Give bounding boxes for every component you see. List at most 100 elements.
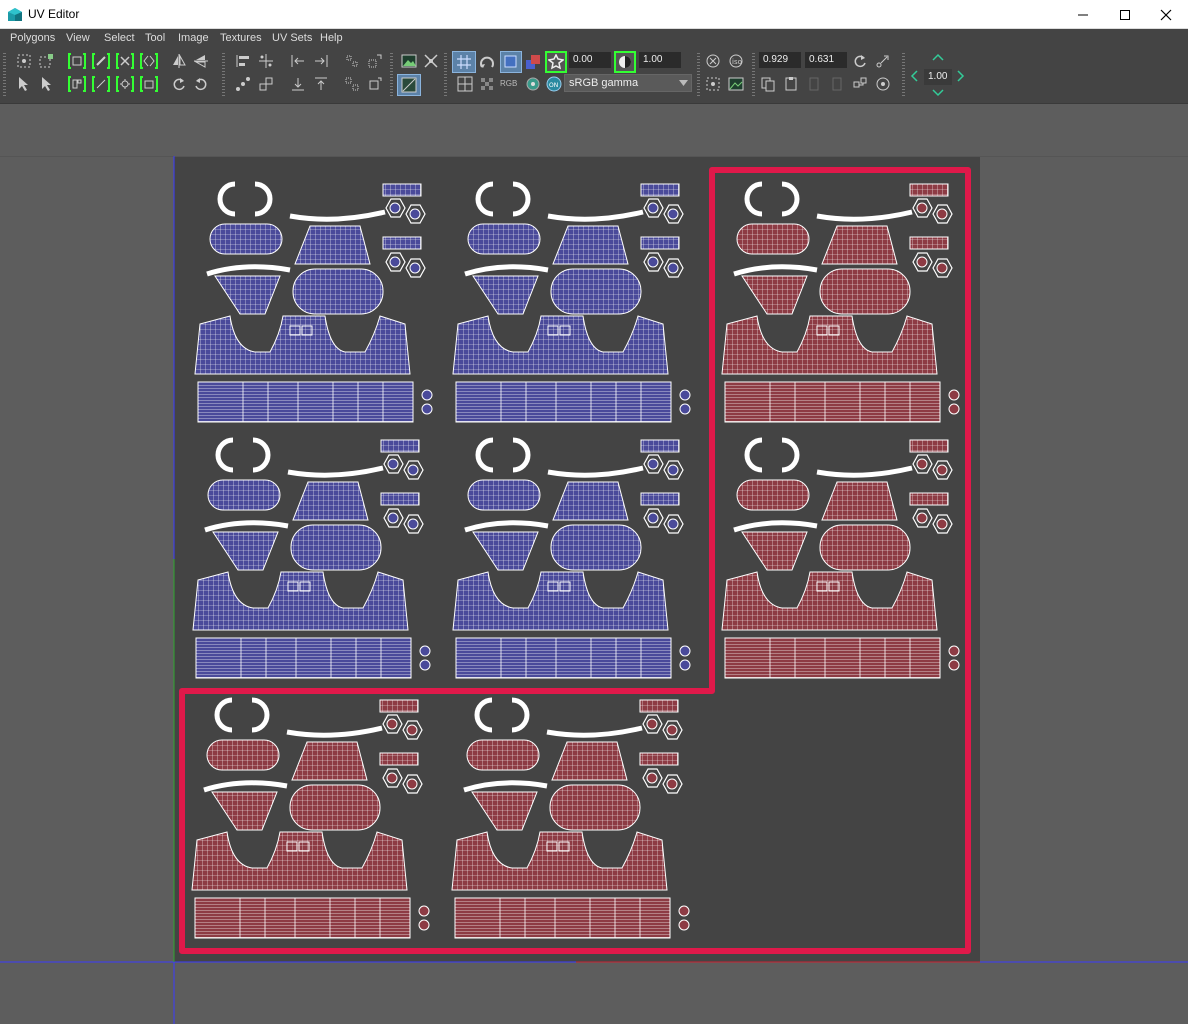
uv-mirror-icon[interactable] [140, 52, 158, 70]
menu-textures[interactable]: Textures [220, 32, 262, 44]
distribute-icon[interactable] [234, 75, 252, 93]
chevron-down-icon[interactable] [932, 89, 944, 97]
rotate-ccw-icon[interactable] [170, 75, 188, 93]
align-v-max-icon[interactable] [312, 75, 330, 93]
color-management-icon[interactable]: ON [545, 75, 563, 93]
align-u-max-icon[interactable] [312, 52, 330, 70]
menu-help[interactable]: Help [320, 32, 343, 44]
minimize-button[interactable] [1060, 0, 1106, 29]
toggle-pixel-snap-button[interactable] [500, 51, 522, 73]
toolbar-grip[interactable] [444, 53, 447, 97]
isolate-add-icon[interactable]: iso [727, 52, 745, 70]
paste-uvs-icon[interactable] [782, 75, 800, 93]
uv-toolkit-icon[interactable] [874, 75, 892, 93]
menu-uv-sets[interactable]: UV Sets [272, 32, 312, 44]
gamma-toggle[interactable] [614, 51, 636, 73]
chevron-up-icon[interactable] [932, 53, 944, 61]
uv-shell-cap [936, 518, 948, 530]
flip-v-icon[interactable] [192, 52, 210, 70]
relative-transform-icon[interactable] [874, 52, 892, 70]
display-image-icon[interactable] [400, 52, 418, 70]
gather-shells-icon[interactable] [366, 52, 384, 70]
cycle-uvs-icon[interactable] [851, 75, 869, 93]
rgb-channel-label[interactable]: RGB [500, 79, 517, 88]
toggle-grid-button[interactable] [452, 51, 476, 73]
gamma-field[interactable]: 1.00 [639, 52, 681, 68]
uv-sew-icon[interactable] [92, 52, 110, 70]
grid-icon [457, 55, 471, 69]
toolbar-grip[interactable] [697, 53, 700, 97]
chevron-right-icon[interactable] [957, 70, 965, 82]
randomize-shells-icon[interactable] [366, 75, 384, 93]
uv-cut-icon[interactable] [68, 52, 86, 70]
texture-display-icon[interactable] [727, 75, 745, 93]
uv-shell-cap [647, 256, 659, 268]
uv-shell-body-panel [452, 315, 669, 375]
menu-polygons[interactable]: Polygons [10, 32, 55, 44]
orient-shells-icon[interactable] [343, 75, 361, 93]
uv-viewport[interactable] [0, 104, 1188, 1024]
tweak-arrow-icon[interactable] [37, 75, 55, 93]
u-value-field[interactable]: 0.929 [759, 52, 801, 68]
uv-shell-cap [679, 403, 691, 415]
toolbar-grip[interactable] [390, 53, 393, 97]
select-tool-arrow-icon[interactable] [15, 75, 33, 93]
menu-view[interactable]: View [66, 32, 90, 44]
uv-shell-cap [407, 518, 419, 530]
align-grid-icon[interactable] [257, 52, 275, 70]
uv-canvas[interactable] [0, 104, 1188, 1024]
snap-pixel-icon[interactable] [478, 53, 496, 71]
menu-tool[interactable]: Tool [145, 32, 165, 44]
zoom-field[interactable]: 1.00 [924, 69, 952, 85]
toolbar-grip[interactable] [752, 53, 755, 97]
isolate-select-icon[interactable] [704, 52, 722, 70]
toolbar-grip[interactable] [222, 53, 225, 97]
uv-shell-cap [916, 256, 928, 268]
shade-uv-icon[interactable] [422, 52, 440, 70]
exposure-field[interactable]: 0.00 [569, 52, 611, 68]
uv-layout-icon[interactable] [68, 75, 86, 93]
gamma-icon [619, 56, 631, 68]
v-value-field[interactable]: 0.631 [805, 52, 847, 68]
uv-optimize-icon[interactable] [116, 75, 134, 93]
color-swatch-icon[interactable] [524, 53, 542, 71]
paste-u-icon[interactable] [805, 75, 823, 93]
rotate-cw-icon[interactable] [192, 75, 210, 93]
uv-smudge-icon[interactable] [140, 75, 158, 93]
stack-shells-icon[interactable] [343, 52, 361, 70]
uv-shell-cap [948, 659, 960, 671]
toggle-checker-button[interactable] [397, 74, 421, 96]
toolbar-grip[interactable] [902, 53, 905, 97]
copy-uvs-icon[interactable] [759, 75, 777, 93]
color-wheel-icon[interactable] [524, 75, 542, 93]
color-space-dropdown[interactable]: sRGB gamma [564, 74, 692, 92]
flip-u-icon[interactable] [170, 52, 188, 70]
uv-shell-tag [909, 236, 949, 250]
snap-together-icon[interactable] [257, 75, 275, 93]
align-v-min-icon[interactable] [289, 75, 307, 93]
align-u-min-icon[interactable] [289, 52, 307, 70]
frame-selection-icon[interactable] [704, 75, 722, 93]
menu-bar: Polygons View Select Tool Image Textures… [0, 29, 1188, 48]
uv-straighten-icon[interactable] [92, 75, 110, 93]
toolbar-grip[interactable] [3, 53, 6, 97]
align-left-icon[interactable] [234, 52, 252, 70]
menu-select[interactable]: Select [104, 32, 135, 44]
uv-shell-cap [421, 403, 433, 415]
chevron-left-icon[interactable] [910, 70, 918, 82]
uv-unfold-icon[interactable] [116, 52, 134, 70]
display-grid-icon[interactable] [456, 75, 474, 93]
select-uv-icon[interactable] [37, 52, 55, 70]
checker-pattern-icon[interactable] [478, 75, 496, 93]
exposure-toggle[interactable] [545, 51, 567, 73]
exposure-icon [548, 54, 564, 70]
uv-toolbar: RGB 0.00 1.00 ON sRGB gamma iso 0.929 0.… [0, 48, 1188, 104]
close-button[interactable] [1143, 0, 1188, 29]
uv-shell-body-panel [191, 831, 408, 891]
uv-shell-belt [194, 897, 411, 939]
maximize-button[interactable] [1102, 0, 1148, 29]
paste-v-icon[interactable] [828, 75, 846, 93]
refresh-uv-icon[interactable] [851, 52, 869, 70]
select-uv-shell-icon[interactable] [15, 52, 33, 70]
menu-image[interactable]: Image [178, 32, 209, 44]
